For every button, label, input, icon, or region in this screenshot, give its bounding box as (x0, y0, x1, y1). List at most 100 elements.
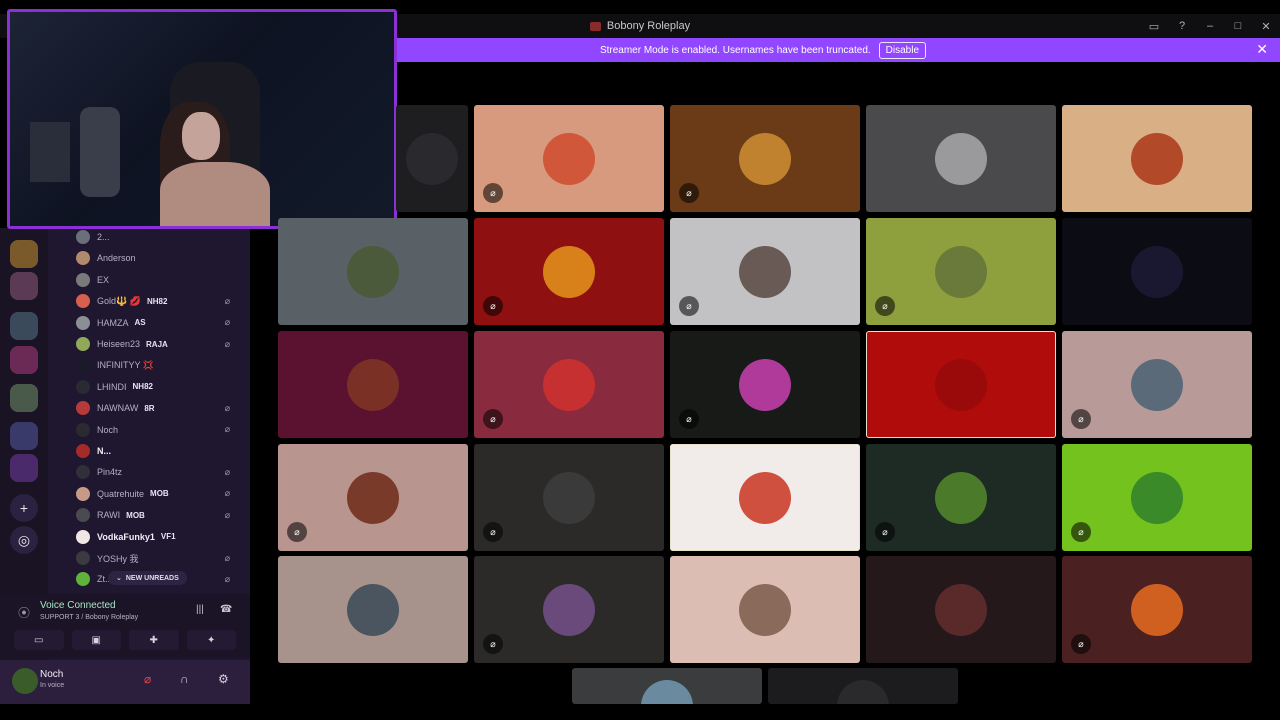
member-name: Anderson (97, 253, 136, 264)
participant-tile[interactable] (278, 218, 468, 325)
participant-tile[interactable]: ⌀ (1062, 331, 1252, 438)
member-row[interactable]: VodkaFunky1 VF1 (76, 528, 242, 546)
participant-tile[interactable]: ⌀ (474, 444, 664, 551)
member-row[interactable]: Pin4tz ⌀ (76, 463, 242, 481)
headphones-icon[interactable]: ∩ (180, 672, 189, 686)
person-face (182, 112, 220, 160)
member-row[interactable]: Gold🔱 💋 NH82 ⌀ (76, 292, 242, 310)
participant-tile[interactable] (670, 556, 860, 663)
camera-off-icon[interactable]: ▭ (14, 630, 64, 650)
participant-tile[interactable]: ⌀ (474, 556, 664, 663)
avatar (739, 245, 791, 298)
server-folder-icon[interactable] (10, 346, 38, 374)
participant-tile[interactable]: ⌀ (474, 218, 664, 325)
member-row[interactable]: Noch ⌀ (76, 421, 242, 439)
participant-tile[interactable]: ⌀ (670, 105, 860, 212)
banner-close-icon[interactable]: ✕ (1256, 41, 1268, 58)
participant-tile[interactable] (396, 105, 468, 212)
discover-icon[interactable]: ◎ (10, 526, 38, 554)
participant-tile[interactable]: ⌀ (866, 218, 1056, 325)
participant-tile[interactable]: ⌀ (474, 331, 664, 438)
help-icon[interactable]: ? (1168, 14, 1196, 38)
member-name: EX (97, 274, 110, 285)
water-bottle (80, 107, 120, 197)
server-icon[interactable] (10, 240, 38, 268)
participant-tile[interactable] (866, 105, 1056, 212)
muted-icon: ⌀ (875, 522, 895, 542)
avatar (1131, 358, 1183, 411)
soundboard-icon[interactable]: ✦ (186, 630, 236, 650)
new-unreads-button[interactable]: ⌄ NEW UNREADS (108, 571, 187, 585)
participant-tile[interactable] (278, 331, 468, 438)
avatar (935, 132, 987, 185)
member-row[interactable]: RAWI MOB ⌀ (76, 506, 242, 524)
participant-tile[interactable] (768, 668, 958, 704)
muted-icon: ⌀ (679, 296, 699, 316)
member-row[interactable]: EX (76, 271, 242, 289)
participant-tile[interactable]: ⌀ (278, 444, 468, 551)
member-row[interactable]: INFINITYY 💢 (76, 356, 242, 374)
user-panel: Noch In voice ⌀ ∩ ⚙ (0, 660, 250, 704)
muted-icon: ⌀ (224, 424, 230, 435)
server-icon[interactable] (10, 272, 38, 300)
muted-icon: ⌀ (224, 488, 230, 499)
member-row[interactable]: N... (76, 442, 242, 460)
member-row[interactable]: HAMZA AS ⌀ (76, 314, 242, 332)
server-folder-icon[interactable] (10, 312, 38, 340)
voice-channel-name[interactable]: SUPPORT 3 / Bobony Roleplay (40, 614, 138, 621)
screen-share-icon[interactable]: ▣ (71, 630, 121, 650)
inbox-icon[interactable]: ▭ (1140, 14, 1168, 38)
muted-icon: ⌀ (224, 295, 230, 306)
member-row[interactable]: Quatrehuite MOB ⌀ (76, 485, 242, 503)
member-row[interactable]: YOSHy 我 ⌀ (76, 549, 242, 567)
disable-button[interactable]: Disable (878, 41, 927, 59)
member-row[interactable]: Anderson (76, 249, 242, 267)
participant-tile[interactable]: ⌀ (1062, 556, 1252, 663)
server-folder-icon[interactable] (10, 454, 38, 482)
participant-tile[interactable] (572, 668, 762, 704)
participant-tile[interactable]: ⌀ (866, 444, 1056, 551)
participant-tile[interactable] (866, 556, 1056, 663)
noise-suppression-icon[interactable]: ||| (196, 604, 204, 615)
avatar (76, 465, 90, 480)
participant-tile[interactable]: ⌀ (670, 331, 860, 438)
muted-icon: ⌀ (1071, 634, 1091, 654)
server-folder-icon[interactable] (10, 422, 38, 450)
server-tag: MOB (126, 510, 145, 520)
avatar (935, 358, 987, 411)
disconnect-icon[interactable]: ☎ (220, 604, 232, 615)
avatar[interactable] (12, 668, 38, 694)
member-row[interactable]: Heiseen23 RAJA ⌀ (76, 335, 242, 353)
activities-icon[interactable]: ✚ (129, 630, 179, 650)
minimize-icon[interactable]: – (1196, 14, 1224, 38)
muted-icon: ⌀ (224, 338, 230, 349)
muted-icon: ⌀ (1071, 522, 1091, 542)
microphone-muted-icon[interactable]: ⌀ (144, 672, 151, 686)
server-folder-icon[interactable] (10, 384, 38, 412)
muted-icon: ⌀ (483, 296, 503, 316)
maximize-icon[interactable]: □ (1224, 14, 1252, 38)
streamer-mode-banner: Streamer Mode is enabled. Usernames have… (396, 38, 1280, 62)
add-server-icon[interactable]: + (10, 494, 38, 522)
settings-gear-icon[interactable]: ⚙ (218, 672, 229, 686)
participant-tile[interactable]: ⌀ (474, 105, 664, 212)
close-icon[interactable]: ✕ (1252, 14, 1280, 38)
participant-tile[interactable] (1062, 105, 1252, 212)
avatar (1131, 132, 1183, 185)
member-row[interactable]: 2... (76, 228, 242, 246)
participant-tile[interactable] (670, 444, 860, 551)
participant-tile[interactable] (1062, 218, 1252, 325)
member-row[interactable]: LHINDI NH82 (76, 378, 242, 396)
webcam-overlay (7, 9, 397, 229)
participant-tile[interactable] (278, 556, 468, 663)
member-name: Quatrehuite (97, 488, 145, 499)
participant-tile[interactable] (866, 331, 1056, 438)
muted-icon: ⌀ (224, 573, 230, 584)
server-tag: RAJA (146, 339, 168, 349)
signal-icon[interactable]: ⦿ (18, 604, 30, 621)
participant-tile[interactable]: ⌀ (670, 218, 860, 325)
member-row[interactable]: NAWNAW 8R ⌀ (76, 399, 242, 417)
muted-icon: ⌀ (875, 296, 895, 316)
muted-icon: ⌀ (287, 522, 307, 542)
participant-tile[interactable]: ⌀ (1062, 444, 1252, 551)
